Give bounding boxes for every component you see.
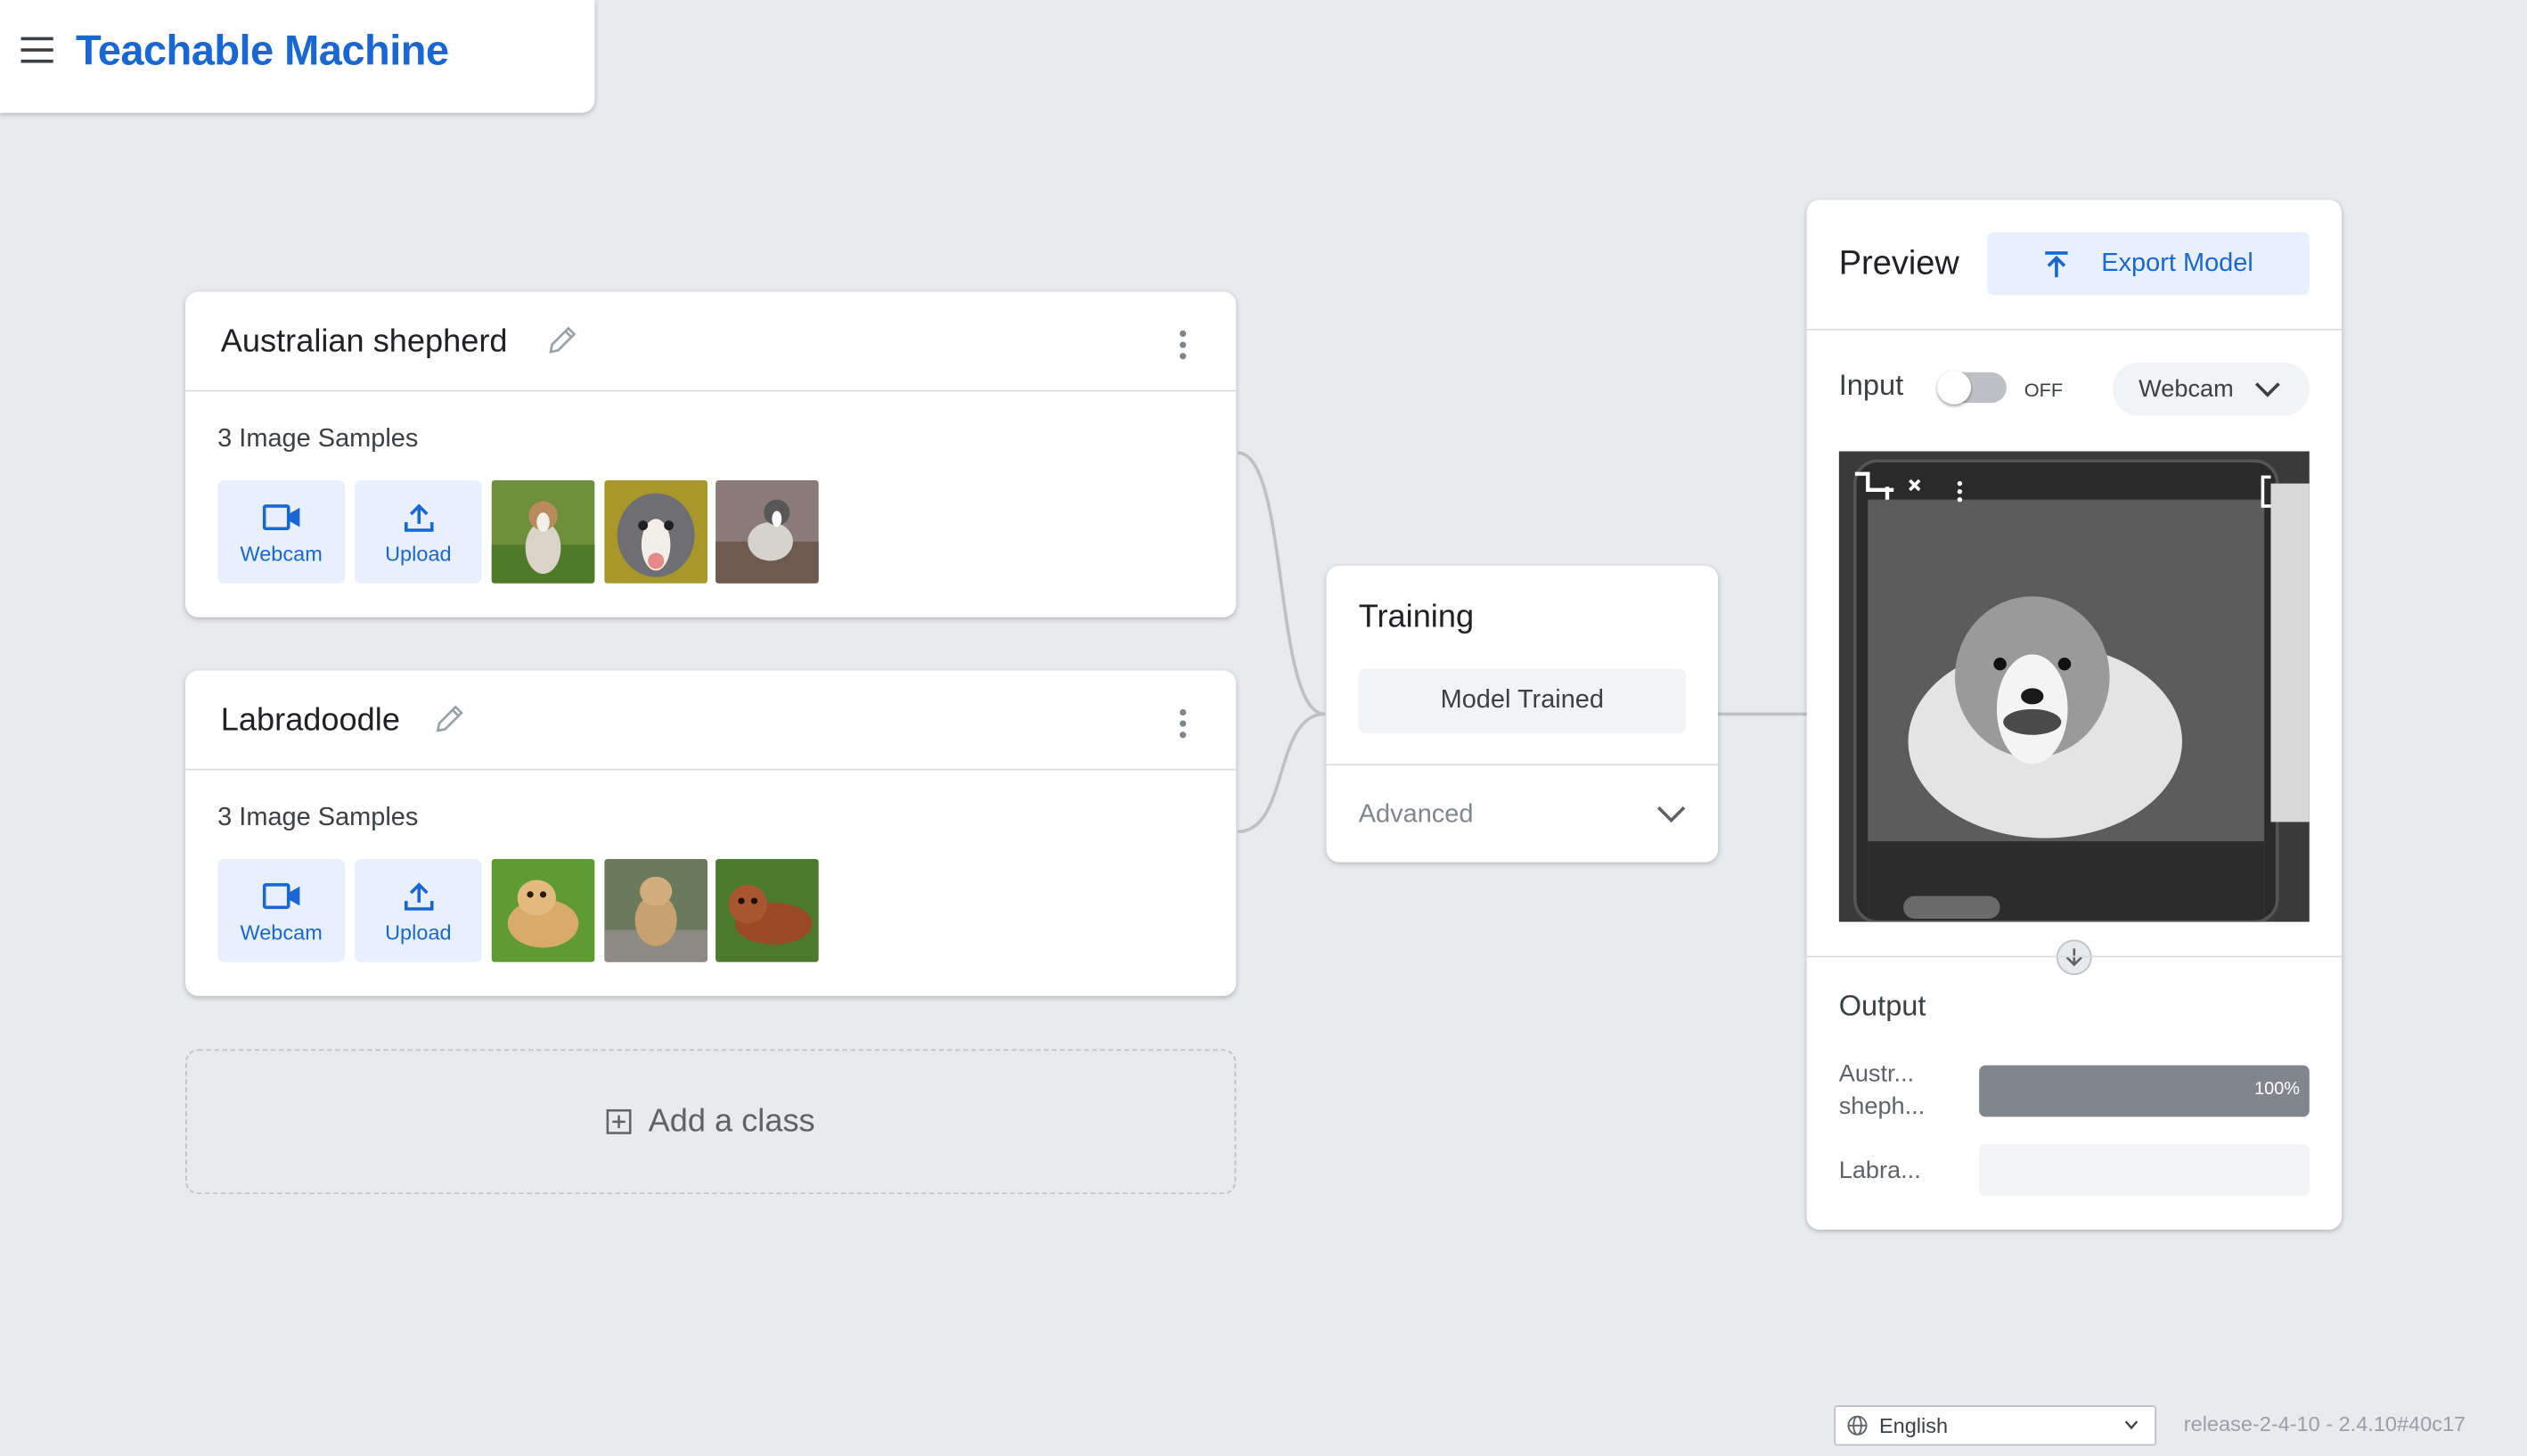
training-panel: Training Model Trained Advanced <box>1326 565 1719 863</box>
class-name[interactable]: Labradoodle <box>221 703 400 740</box>
webcam-button[interactable]: Webcam <box>217 859 346 962</box>
app-header: Teachable Machine <box>0 0 595 113</box>
add-class-button[interactable]: Add a class <box>185 1049 1237 1195</box>
divider <box>1806 955 2343 958</box>
language-value: English <box>1878 1413 1949 1438</box>
toggle-knob <box>1937 371 1972 405</box>
output-title: Output <box>1838 989 1926 1022</box>
video-camera-icon <box>261 504 299 531</box>
video-camera-icon <box>261 883 299 910</box>
divider <box>1806 328 2343 331</box>
samples-count: 3 Image Samples <box>217 804 419 832</box>
add-class-label: Add a class <box>648 1103 815 1139</box>
sample-thumbnail[interactable] <box>604 479 708 584</box>
export-upload-icon <box>2044 250 2068 277</box>
sample-thumbnail[interactable] <box>491 859 595 962</box>
export-model-label: Export Model <box>2101 249 2253 277</box>
chevron-down-icon <box>2124 1420 2139 1430</box>
toggle-state-text: OFF <box>2024 379 2064 402</box>
preview-panel: Preview Export Model Input OFF Webcam Ou… <box>1806 200 2343 1231</box>
add-box-icon <box>607 1108 633 1134</box>
advanced-toggle[interactable]: Advanced <box>1359 801 1474 830</box>
output-label-australian-shepherd: Austr... sheph... <box>1838 1060 1926 1121</box>
preview-title: Preview <box>1838 244 1959 282</box>
upload-button-label: Upload <box>385 541 452 566</box>
globe-icon <box>1847 1415 1868 1436</box>
app-title: Teachable Machine <box>76 25 449 75</box>
class-card-header: Australian shepherd <box>185 291 1237 392</box>
input-source-value: Webcam <box>2139 375 2234 404</box>
input-toggle[interactable] <box>1937 371 2007 405</box>
chevron-down-icon <box>2254 382 2280 397</box>
release-version: release-2-4-10 - 2.4.10#40c17 <box>2183 1411 2466 1436</box>
class-card-header: Labradoodle <box>185 670 1237 771</box>
chevron-down-icon[interactable] <box>1656 805 1686 824</box>
class-card-australian-shepherd: Australian shepherd 3 Image Samples Webc… <box>185 291 1237 618</box>
samples-count: 3 Image Samples <box>217 425 419 454</box>
upload-button-label: Upload <box>385 920 452 945</box>
sample-thumbnail[interactable] <box>491 479 595 584</box>
confidence-bar-australian-shepherd: 100% <box>1979 1065 2310 1117</box>
input-source-select[interactable]: Webcam <box>2113 362 2310 416</box>
sample-thumbnail[interactable] <box>604 859 708 962</box>
confidence-percent: 100% <box>2254 1079 2301 1100</box>
more-options-icon[interactable] <box>1178 708 1188 739</box>
export-model-button[interactable]: Export Model <box>1987 232 2310 295</box>
edit-pencil-icon[interactable] <box>544 323 580 358</box>
upload-icon <box>404 882 433 911</box>
webcam-button[interactable]: Webcam <box>217 479 346 584</box>
sample-thumbnail[interactable] <box>716 859 819 962</box>
training-title: Training <box>1358 599 1475 635</box>
class-name[interactable]: Australian shepherd <box>221 324 508 362</box>
webcam-button-label: Webcam <box>240 920 323 945</box>
webcam-preview-image <box>1838 451 2310 922</box>
app-canvas: Teachable Machine Australian shepherd 3 … <box>0 0 2527 1456</box>
upload-button[interactable]: Upload <box>354 479 482 584</box>
upload-icon <box>404 503 433 532</box>
sample-thumbnail[interactable] <box>716 479 819 584</box>
more-options-icon[interactable] <box>1178 330 1188 360</box>
hamburger-menu-icon[interactable] <box>20 37 53 63</box>
divider <box>1326 764 1719 766</box>
class-card-labradoodle: Labradoodle 3 Image Samples Webcam Uploa… <box>185 670 1237 996</box>
train-model-button[interactable]: Model Trained <box>1358 668 1686 733</box>
confidence-bar-labradoodle <box>1979 1144 2310 1197</box>
upload-button[interactable]: Upload <box>354 859 482 962</box>
webcam-button-label: Webcam <box>240 541 323 566</box>
language-select[interactable]: English <box>1834 1405 2157 1446</box>
output-label-labradoodle: Labra... <box>1838 1157 1921 1185</box>
edit-pencil-icon[interactable] <box>432 701 468 737</box>
input-label: Input <box>1838 369 1904 402</box>
